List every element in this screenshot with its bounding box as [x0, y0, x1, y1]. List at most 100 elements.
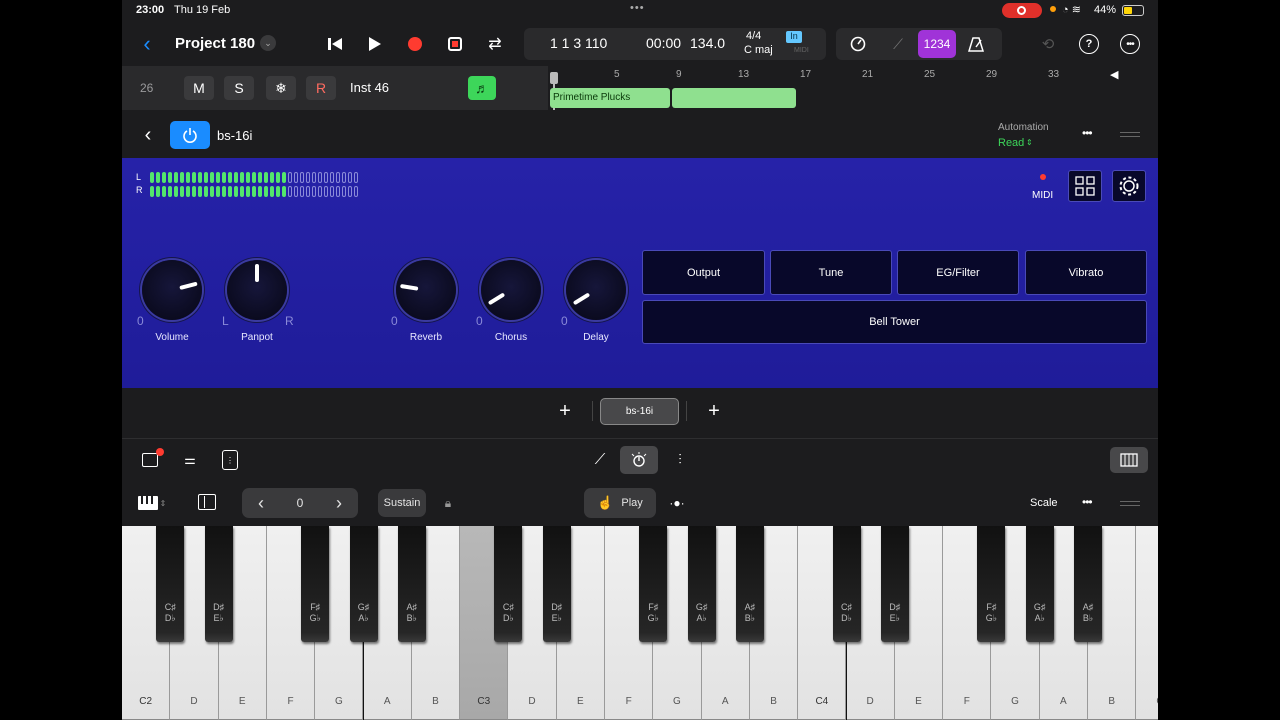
- sidebar-toggle-icon[interactable]: [198, 494, 216, 510]
- automation-chevron-icon[interactable]: ⇕: [1026, 138, 1033, 147]
- add-plugin-right-icon[interactable]: +: [703, 400, 725, 422]
- record-icon: [408, 37, 422, 51]
- reverb-knob[interactable]: [396, 260, 456, 320]
- plugin-view-button[interactable]: [620, 446, 658, 474]
- playhead-icon[interactable]: [550, 72, 558, 84]
- key-label: E: [577, 696, 584, 707]
- black-key[interactable]: D♯ E♭: [542, 526, 571, 642]
- freeze-button[interactable]: ❄: [266, 76, 296, 100]
- timeline[interactable]: 5 9 13 17 21 25 29 33 ◀ Primetime Plucks: [548, 66, 1158, 110]
- chorus-knob[interactable]: [481, 260, 541, 320]
- plugin-slot-button[interactable]: bs-16i: [600, 398, 679, 425]
- instrument-icon[interactable]: ♬: [468, 76, 496, 100]
- panpot-knob[interactable]: [227, 260, 287, 320]
- meter-segment: [336, 186, 340, 197]
- white-key[interactable]: C: [1136, 526, 1158, 720]
- glissando-icon[interactable]: ·●·: [666, 494, 688, 512]
- metronome-button[interactable]: [966, 34, 986, 54]
- tune-button[interactable]: Tune: [770, 250, 892, 295]
- preset-selector[interactable]: Bell Tower: [642, 300, 1147, 344]
- volume-knob[interactable]: [142, 260, 202, 320]
- black-key[interactable]: G♯ A♭: [1025, 526, 1054, 642]
- go-to-start-button[interactable]: [324, 34, 346, 54]
- black-key[interactable]: C♯ D♭: [494, 526, 523, 642]
- black-key[interactable]: A♯ B♭: [735, 526, 764, 642]
- cycle-button[interactable]: ⇄: [484, 34, 506, 54]
- help-icon[interactable]: ?: [1079, 34, 1099, 54]
- midi-region[interactable]: [672, 88, 796, 108]
- undo-icon[interactable]: ⟲: [1038, 34, 1058, 54]
- scale-button[interactable]: Scale: [1030, 497, 1058, 509]
- record-button[interactable]: [404, 34, 426, 54]
- black-key[interactable]: F♯ G♭: [301, 526, 330, 642]
- keyboard-layout-button[interactable]: ⇕: [136, 494, 168, 512]
- black-key[interactable]: F♯ G♭: [977, 526, 1006, 642]
- track-name[interactable]: Inst 46: [350, 80, 389, 95]
- keyboard-toolbar: ⇕ ‹ 0 › Sustain 🔒︎ ☝ Play ·●· Scale •••: [122, 480, 1158, 526]
- midi-region[interactable]: Primetime Plucks: [550, 88, 670, 108]
- add-plugin-left-icon[interactable]: +: [554, 400, 576, 422]
- key-label: G: [1011, 696, 1019, 707]
- mute-button[interactable]: M: [184, 76, 214, 100]
- meter-segment: [264, 186, 268, 197]
- black-key[interactable]: G♯ A♭: [349, 526, 378, 642]
- mixer-sliders-icon[interactable]: ⫶: [670, 449, 690, 469]
- pencil-icon[interactable]: ⟋: [590, 449, 610, 469]
- play-button[interactable]: [364, 34, 386, 54]
- black-key[interactable]: A♯ B♭: [397, 526, 426, 642]
- lcd-display[interactable]: 1 1 3 110 00:00 134.0 4/4 C maj In MIDI: [524, 28, 826, 60]
- project-title[interactable]: Project 180: [175, 35, 255, 52]
- octave-up-icon[interactable]: ›: [328, 492, 350, 514]
- keyboard-view-button[interactable]: [1110, 447, 1148, 473]
- meter-segment: [198, 172, 202, 183]
- black-key[interactable]: D♯ E♭: [204, 526, 233, 642]
- output-button[interactable]: Output: [642, 250, 765, 295]
- black-key[interactable]: G♯ A♭: [687, 526, 716, 642]
- black-key[interactable]: F♯ G♭: [639, 526, 668, 642]
- grid-view-button[interactable]: [1068, 170, 1102, 202]
- drag-handle-icon[interactable]: [1120, 132, 1140, 133]
- keyboard-more-icon[interactable]: •••: [1082, 495, 1093, 509]
- play-mode-button[interactable]: ☝ Play: [584, 488, 656, 518]
- library-button[interactable]: [140, 448, 164, 469]
- guitar-icon[interactable]: ⟋: [888, 34, 908, 54]
- eg-filter-button[interactable]: EG/Filter: [897, 250, 1019, 295]
- automation-mode[interactable]: Read: [998, 137, 1024, 149]
- panpot-min-label: L: [222, 314, 229, 328]
- keyboard-drag-handle-icon[interactable]: [1120, 501, 1140, 502]
- vibrato-button[interactable]: Vibrato: [1025, 250, 1147, 295]
- solo-button[interactable]: S: [224, 76, 254, 100]
- plugin-power-button[interactable]: [170, 121, 210, 149]
- record-enable-button[interactable]: R: [306, 76, 336, 100]
- track-header[interactable]: 26 M S ❄ R Inst 46 ♬ 5 9 13 17 21 25 29 …: [122, 66, 1158, 110]
- key-label: F♯ G♭: [647, 602, 659, 623]
- settings-button[interactable]: [1112, 170, 1146, 202]
- black-key[interactable]: C♯ D♭: [832, 526, 861, 642]
- meter-segment: [234, 186, 238, 197]
- tuner-button[interactable]: [848, 34, 868, 54]
- controls-toggle-icon[interactable]: ⚌: [180, 451, 200, 469]
- end-marker-icon[interactable]: ◀: [1110, 68, 1118, 81]
- chevron-down-icon[interactable]: ⌄: [260, 35, 276, 51]
- octave-down-icon[interactable]: ‹: [250, 492, 272, 514]
- back-chevron-icon[interactable]: ‹: [136, 31, 158, 56]
- status-time: 23:00: [136, 4, 165, 16]
- meter-segment: [312, 186, 316, 197]
- status-bar: 23:00 Thu 19 Feb ••• ◔ ≋ 44%: [122, 0, 1158, 22]
- delay-knob[interactable]: [566, 260, 626, 320]
- black-key[interactable]: A♯ B♭: [1074, 526, 1102, 642]
- inspector-icon[interactable]: ⋮: [222, 450, 238, 470]
- more-icon[interactable]: •••: [1120, 34, 1140, 54]
- meter-segment: [354, 186, 358, 197]
- power-icon: [183, 128, 197, 143]
- plugin-more-icon[interactable]: •••: [1082, 126, 1093, 140]
- black-key[interactable]: D♯ E♭: [880, 526, 909, 642]
- sustain-button[interactable]: Sustain: [378, 489, 426, 517]
- plugin-back-chevron-icon[interactable]: ‹: [140, 124, 156, 146]
- multitask-dots-icon[interactable]: •••: [630, 2, 645, 14]
- count-in-button[interactable]: 1234: [918, 30, 956, 58]
- capture-record-button[interactable]: [444, 34, 466, 54]
- piano-keyboard[interactable]: C2 D E F G A B C3 D E F G A B C4 D E F G A B C C♯ D♭ D♯ E♭ F♯ G♭…: [122, 526, 1158, 720]
- black-key[interactable]: C♯ D♭: [156, 526, 185, 642]
- lock-icon[interactable]: 🔒︎: [440, 494, 456, 512]
